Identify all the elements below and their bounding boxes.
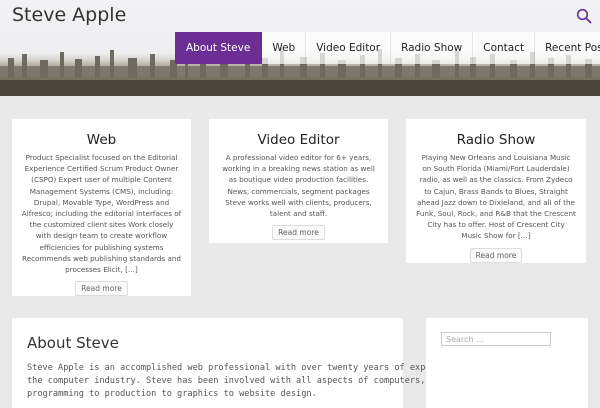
nav-item-video-editor[interactable]: Video Editor: [306, 32, 392, 64]
about-section: About Steve Steve Apple is an accomplish…: [12, 318, 477, 408]
site-header: Steve Apple About Steve Web Video Editor…: [0, 0, 600, 96]
read-more-button[interactable]: Read more: [469, 247, 523, 263]
about-text: Steve Apple is an accomplished web profe…: [27, 363, 478, 399]
nav-item-contact[interactable]: Contact: [473, 32, 536, 64]
site-title[interactable]: Steve Apple: [12, 4, 126, 26]
nav-item-web[interactable]: Web: [262, 32, 307, 64]
nav-item-recent-posts[interactable]: Recent Posts: [535, 32, 600, 64]
card-video-editor: Video Editor A professional video editor…: [209, 119, 388, 243]
card-radio-show: Radio Show Playing New Orleans and Louis…: [406, 119, 586, 263]
card-excerpt: Product Specialist focused on the Editor…: [21, 153, 182, 275]
search-icon: [576, 8, 592, 24]
search-toggle-button[interactable]: [568, 0, 600, 32]
sidebar-search-input[interactable]: Search …: [441, 332, 551, 346]
about-title: About Steve: [27, 334, 119, 352]
read-more-button[interactable]: Read more: [75, 281, 128, 297]
card-web: Web Product Specialist focused on the Ed…: [12, 119, 191, 297]
card-excerpt: A professional video editor for 6+ years…: [222, 153, 375, 219]
card-title[interactable]: Web: [12, 132, 191, 148]
read-more-button[interactable]: Read more: [272, 225, 325, 241]
sidebar: Search …: [426, 318, 588, 408]
card-excerpt: Playing New Orleans and Louisiana Music …: [416, 153, 576, 241]
primary-nav: About Steve Web Video Editor Radio Show …: [175, 32, 600, 64]
nav-item-radio-show[interactable]: Radio Show: [391, 32, 474, 64]
card-title[interactable]: Video Editor: [209, 132, 388, 148]
card-title[interactable]: Radio Show: [406, 132, 586, 148]
nav-item-about-steve[interactable]: About Steve: [175, 32, 263, 64]
